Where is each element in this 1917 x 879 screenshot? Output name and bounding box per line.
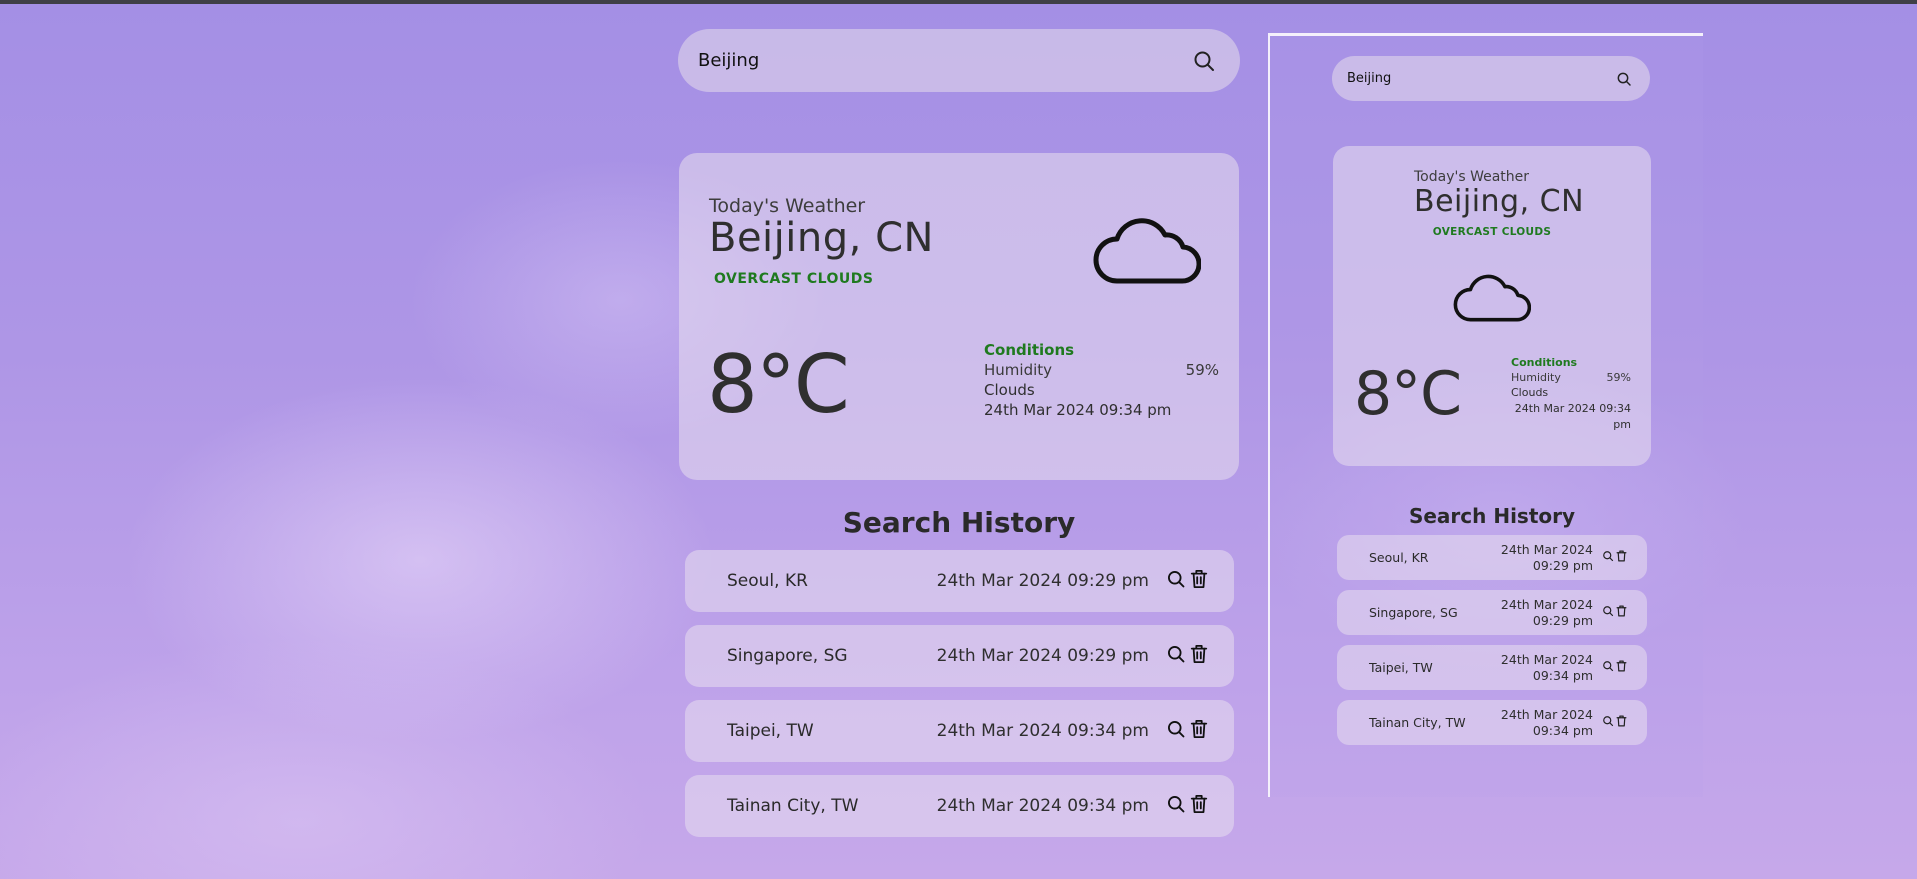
mobile-search-input[interactable] [1345,70,1616,87]
search-icon [1168,571,1185,588]
history-delete-button[interactable] [1616,605,1627,617]
history-item: Tainan City, TW 24th Mar 2024 09:34 pm [685,775,1234,837]
weather-label: Today's Weather [1414,169,1530,185]
search-history-title: Search History [842,506,1076,539]
search-icon [1168,646,1185,663]
history-delete-button[interactable] [1190,794,1208,814]
trash-icon [1616,550,1627,562]
humidity-label: Humidity [1511,371,1561,384]
search-input[interactable] [696,49,1192,72]
history-delete-button[interactable] [1616,715,1627,727]
history-item: Tainan City, TW 24th Mar 2024 09:34 pm [1337,700,1647,745]
history-item-city: Singapore, SG [1369,605,1458,620]
temperature: 8°C [1354,359,1462,429]
history-delete-button[interactable] [1190,569,1208,589]
history-item-city: Tainan City, TW [727,796,859,816]
history-delete-button[interactable] [1190,644,1208,664]
cloud-icon [1093,218,1201,284]
trash-icon [1190,720,1208,738]
history-search-button[interactable] [1602,550,1614,562]
mobile-search-button[interactable] [1616,71,1632,87]
history-item-city: Taipei, TW [1369,660,1433,675]
trash-icon [1190,795,1208,813]
weather-main: Clouds [1511,386,1549,399]
history-search-button[interactable] [1602,605,1614,617]
humidity-label: Humidity [984,361,1053,379]
history-search-button[interactable] [1166,794,1186,814]
history-search-button[interactable] [1166,644,1186,664]
history-item: Taipei, TW 24th Mar 2024 09:34 pm [685,700,1234,762]
history-search-button[interactable] [1602,715,1614,727]
trash-icon [1616,660,1627,672]
search-icon [1194,51,1214,71]
mobile-search-bar [1332,56,1650,101]
search-icon [1603,716,1614,727]
cloud-icon [1453,274,1531,322]
weather-time: 24th Mar 2024 09:34 pm [984,401,1172,419]
search-bar [678,29,1240,92]
weather-card: Today's Weather Beijing, CN OVERCAST CLO… [679,153,1239,480]
search-icon [1603,606,1614,617]
history-item-city: Seoul, KR [727,571,808,591]
weather-time: 24th Mar 2024 09:34 pm [1514,402,1631,431]
search-icon [1168,721,1185,738]
history-delete-button[interactable] [1616,550,1627,562]
conditions-title: Conditions [984,341,1075,359]
history-item-city: Seoul, KR [1369,550,1429,565]
history-item: Seoul, KR 24th Mar 2024 09:29 pm [685,550,1234,612]
search-icon [1168,796,1185,813]
trash-icon [1616,605,1627,617]
weather-main: Clouds [984,381,1035,399]
weather-label: Today's Weather [709,195,866,217]
history-item: Singapore, SG 24th Mar 2024 09:29 pm [685,625,1234,687]
search-icon [1603,551,1614,562]
history-item-city: Tainan City, TW [1369,715,1466,730]
temperature: 8°C [707,338,850,431]
history-item-city: Singapore, SG [727,646,848,666]
humidity-value: 59% [1606,371,1631,384]
history-delete-button[interactable] [1190,719,1208,739]
weather-city: Beijing, CN [1414,184,1585,219]
trash-icon [1190,570,1208,588]
history-item-time: 24th Mar 2024 09:29 pm [936,646,1149,666]
trash-icon [1616,715,1627,727]
conditions-title: Conditions [1511,356,1578,369]
history-search-button[interactable] [1166,719,1186,739]
weather-description: OVERCAST CLOUDS [1432,226,1552,238]
weather-description: OVERCAST CLOUDS [714,271,874,287]
search-icon [1617,72,1631,86]
history-item-time: 24th Mar 2024 09:34 pm [1500,707,1593,738]
mobile-weather-card: Today's Weather Beijing, CN OVERCAST CLO… [1333,146,1651,466]
history-search-button[interactable] [1166,569,1186,589]
weather-city: Beijing, CN [709,215,934,261]
mobile-search-history-title: Search History [1408,504,1576,528]
history-item-time: 24th Mar 2024 09:34 pm [1500,652,1593,683]
history-item-time: 24th Mar 2024 09:34 pm [936,796,1149,816]
history-item: Seoul, KR 24th Mar 2024 09:29 pm [1337,535,1647,580]
history-item-time: 24th Mar 2024 09:29 pm [1500,597,1593,628]
history-item: Taipei, TW 24th Mar 2024 09:34 pm [1337,645,1647,690]
humidity-value: 59% [1185,361,1219,379]
history-item-time: 24th Mar 2024 09:34 pm [936,721,1149,741]
history-item-time: 24th Mar 2024 09:29 pm [1500,542,1593,573]
browser-top-bar [0,0,1917,4]
history-delete-button[interactable] [1616,660,1627,672]
history-search-button[interactable] [1602,660,1614,672]
history-item-time: 24th Mar 2024 09:29 pm [936,571,1149,591]
trash-icon [1190,645,1208,663]
history-item: Singapore, SG 24th Mar 2024 09:29 pm [1337,590,1647,635]
history-item-city: Taipei, TW [727,721,814,741]
search-button[interactable] [1192,49,1216,73]
search-icon [1603,661,1614,672]
